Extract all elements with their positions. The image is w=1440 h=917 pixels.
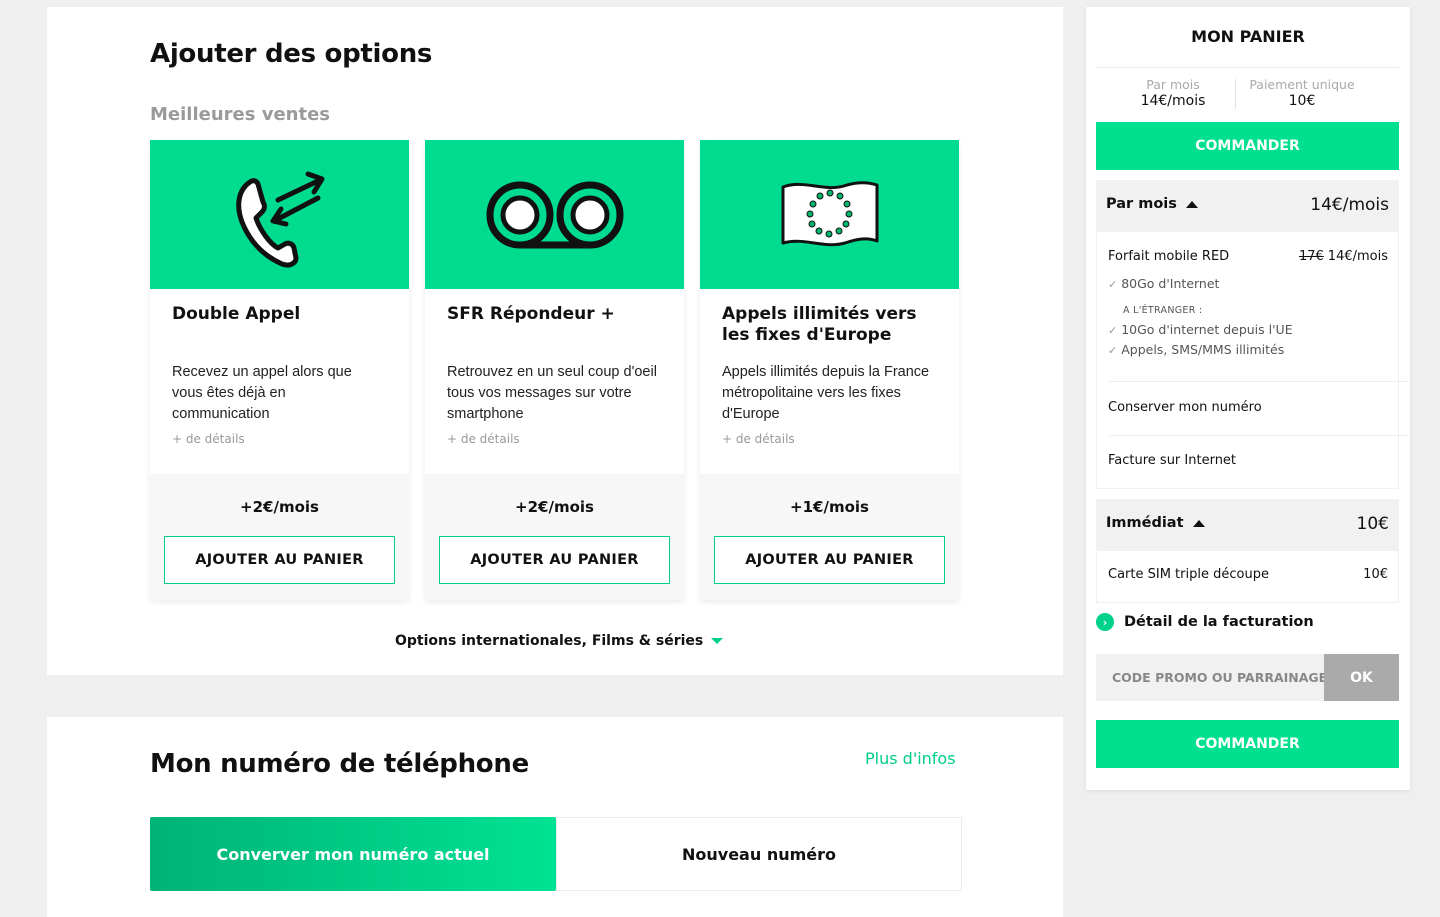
card-price: +2€/mois <box>240 498 319 516</box>
order-button-bottom[interactable]: COMMANDER <box>1096 720 1399 768</box>
cart-panel: MON PANIER Par mois 14€/mois Paiement un… <box>1086 7 1410 790</box>
best-sellers-heading: Meilleures ventes <box>150 104 330 125</box>
add-to-cart-button[interactable]: AJOUTER AU PANIER <box>439 536 670 584</box>
card-image <box>700 140 959 289</box>
new-number-option[interactable]: Nouveau numéro <box>556 817 962 891</box>
one-time-summary: Paiement unique 10€ <box>1232 77 1372 109</box>
eu-flag-icon <box>781 180 878 246</box>
option-card-double-appel: Double Appel Recevez un appel alors que … <box>150 140 409 600</box>
options-title: Ajouter des options <box>150 39 433 69</box>
option-card-appels-europe: Appels illimités vers les fixes d'Europe… <box>700 140 959 600</box>
sim-card-price: 10€ <box>1363 567 1388 582</box>
feature-eu-calls-label: Appels, SMS/MMS illimités <box>1121 342 1285 357</box>
card-footer: +2€/mois AJOUTER AU PANIER <box>150 474 409 600</box>
card-price: +1€/mois <box>790 498 869 516</box>
more-info-link[interactable]: Plus d'infos <box>865 749 956 768</box>
check-icon: ✓ <box>1108 278 1118 291</box>
plan-new-price: 14€/mois <box>1327 249 1388 264</box>
card-title: SFR Répondeur + <box>447 304 615 324</box>
abroad-caption: A L'ÉTRANGER : <box>1123 305 1203 316</box>
phone-number-title: Mon numéro de téléphone <box>150 749 529 779</box>
add-to-cart-button[interactable]: AJOUTER AU PANIER <box>714 536 945 584</box>
divider <box>1096 67 1399 68</box>
phone-arrows-icon <box>235 171 324 268</box>
monthly-section-amount: 14€/mois <box>1310 195 1389 215</box>
option-card-sfr-repondeur: SFR Répondeur + Retrouvez en un seul cou… <box>425 140 684 600</box>
monthly-section-label: Par mois <box>1106 196 1177 212</box>
voicemail-icon <box>486 181 623 248</box>
feature-eu-data: ✓ 10Go d'internet depuis l'UE <box>1108 322 1293 337</box>
card-title: Appels illimités vers les fixes d'Europe <box>722 304 917 345</box>
card-image <box>425 140 684 289</box>
immediate-section-header[interactable]: Immédiat 10€ <box>1096 499 1399 551</box>
monthly-summary: Par mois 14€/mois <box>1103 77 1243 109</box>
promo-code-input[interactable] <box>1096 654 1324 701</box>
monthly-section-header[interactable]: Par mois 14€/mois <box>1096 180 1399 232</box>
feature-eu-calls: ✓ Appels, SMS/MMS illimités <box>1108 342 1284 357</box>
plan-name: Forfait mobile RED <box>1108 249 1230 264</box>
cart-title: MON PANIER <box>1191 27 1305 46</box>
chevron-up-icon <box>1192 519 1205 527</box>
one-time-summary-value: 10€ <box>1288 93 1316 109</box>
sim-card-line: Carte SIM triple découpe <box>1108 567 1269 582</box>
monthly-summary-label: Par mois <box>1146 77 1200 92</box>
add-to-cart-button[interactable]: AJOUTER AU PANIER <box>164 536 395 584</box>
card-footer: +1€/mois AJOUTER AU PANIER <box>700 474 959 600</box>
card-description: Appels illimités depuis la France métrop… <box>722 364 930 422</box>
options-panel: Ajouter des options Meilleures ventes Do… <box>47 7 1063 675</box>
details-link[interactable]: + de détails <box>447 432 520 446</box>
details-link[interactable]: + de détails <box>172 432 245 446</box>
monthly-lines: Forfait mobile RED 17€ 14€/mois ✓ 80Go d'I… <box>1096 232 1408 489</box>
order-button-top[interactable]: COMMANDER <box>1096 122 1399 170</box>
card-image <box>150 140 409 289</box>
check-icon: ✓ <box>1108 324 1118 337</box>
plan-old-price: 17€ <box>1298 249 1324 264</box>
card-price: +2€/mois <box>515 498 594 516</box>
immediate-lines: Carte SIM triple découpe 10€ <box>1096 551 1399 603</box>
online-bill-line: Facture sur Internet <box>1108 453 1237 468</box>
billing-detail-toggle[interactable]: › Détail de la facturation <box>1096 613 1314 631</box>
card-title: Double Appel <box>172 304 301 324</box>
more-options-toggle[interactable]: Options internationales, Films & séries <box>395 633 724 649</box>
promo-ok-button[interactable]: OK <box>1324 654 1399 701</box>
feature-eu-data-label: 10Go d'internet depuis l'UE <box>1121 322 1293 337</box>
keep-number-option[interactable]: Converver mon numéro actuel <box>150 817 556 891</box>
divider <box>1109 381 1408 382</box>
feature-data: ✓ 80Go d'Internet <box>1108 276 1219 291</box>
card-description: Recevez un appel alors que vous êtes déj… <box>172 364 352 422</box>
billing-detail-label: Détail de la facturation <box>1124 614 1314 630</box>
plan-price: 17€ 14€/mois <box>1299 249 1388 264</box>
immediate-section-label: Immédiat <box>1106 515 1184 531</box>
immediate-section-amount: 10€ <box>1356 514 1389 534</box>
details-link[interactable]: + de détails <box>722 432 795 446</box>
card-footer: +2€/mois AJOUTER AU PANIER <box>425 474 684 600</box>
divider <box>1109 435 1408 436</box>
monthly-summary-value: 14€/mois <box>1140 93 1206 109</box>
one-time-summary-label: Paiement unique <box>1249 77 1355 92</box>
chevron-up-icon <box>1185 200 1198 208</box>
keep-number-line: Conserver mon numéro <box>1108 400 1262 415</box>
card-description: Retrouvez en un seul coup d'oeil tous vo… <box>447 364 657 422</box>
more-options-label: Options internationales, Films & séries <box>395 633 704 649</box>
feature-data-label: 80Go d'Internet <box>1121 276 1220 291</box>
chevron-down-icon <box>711 638 724 644</box>
phone-number-panel: Mon numéro de téléphone Plus d'infos Con… <box>47 717 1063 917</box>
chevron-right-icon: › <box>1096 613 1114 631</box>
check-icon: ✓ <box>1108 344 1118 357</box>
